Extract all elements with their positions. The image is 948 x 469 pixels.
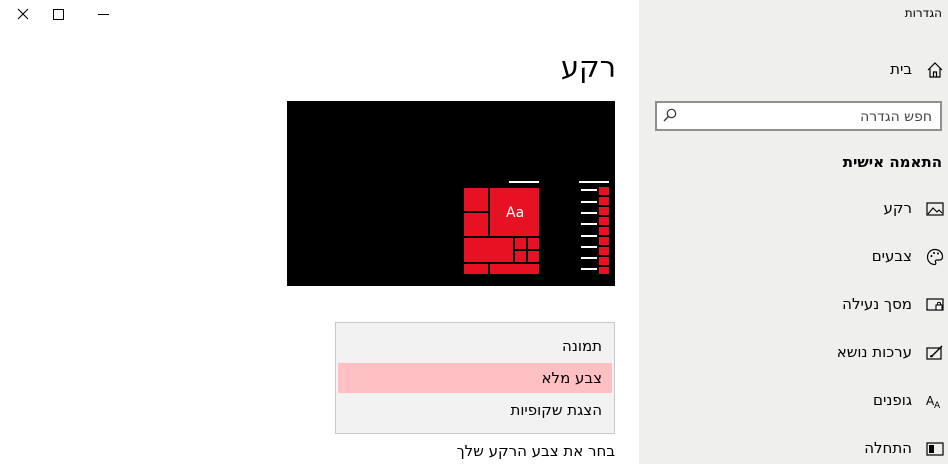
preview-tile (464, 264, 488, 274)
search-box[interactable] (655, 101, 942, 131)
preview-list-icon (599, 267, 609, 274)
preview-line (509, 181, 539, 183)
color-section-label: בחר את צבע הרקע שלך (456, 442, 615, 460)
sidebar-item-label: צבעים (871, 247, 912, 265)
dropdown-option-picture[interactable]: תמונה (338, 331, 612, 361)
preview-line (581, 201, 597, 203)
preview-tile (528, 238, 539, 249)
preview-list-icon (599, 207, 609, 215)
maximize-button[interactable] (35, 0, 81, 28)
background-type-dropdown[interactable]: תמונה צבע מלא הצגת שקופיות (335, 322, 615, 434)
dropdown-option-slideshow[interactable]: הצגת שקופיות (338, 395, 612, 425)
svg-text:A: A (934, 401, 941, 410)
sidebar-item-fonts[interactable]: AA גופנים (639, 381, 948, 421)
home-icon (927, 62, 943, 78)
preview-line (581, 268, 597, 270)
minimize-button[interactable] (80, 0, 126, 28)
sidebar-item-background[interactable]: רקע (639, 189, 948, 229)
image-icon (926, 202, 944, 216)
sidebar-item-label: ערכות נושא (836, 343, 912, 361)
maximize-icon (52, 8, 64, 20)
minimize-icon (97, 13, 109, 15)
preview-list-icon (599, 257, 609, 265)
sidebar-item-home[interactable]: בית (639, 50, 948, 90)
preview-line (581, 189, 597, 191)
app-title: הגדרות (904, 6, 942, 20)
fonts-icon: AA (926, 394, 941, 410)
preview-line (581, 223, 597, 225)
palette-icon (926, 248, 944, 266)
search-icon (663, 108, 677, 122)
sidebar-item-themes[interactable]: ערכות נושא (639, 333, 948, 373)
preview-line (581, 257, 597, 259)
page-title: רקע (560, 50, 616, 84)
preview-line (581, 212, 597, 214)
sidebar-item-lock-screen[interactable]: מסך נעילה (639, 285, 948, 325)
sidebar-item-label: רקע (883, 199, 913, 217)
preview-tile (464, 188, 488, 211)
sidebar-item-label: בית (890, 60, 912, 78)
search-input[interactable] (683, 103, 934, 131)
preview-list-icon (599, 247, 609, 255)
preview-line (581, 235, 597, 237)
start-icon (926, 442, 944, 456)
preview-list-icon (599, 187, 609, 195)
sidebar-item-label: התחלה (864, 439, 912, 457)
preview-tile (528, 251, 539, 262)
sidebar-item-label: מסך נעילה (842, 295, 912, 313)
close-icon (17, 8, 29, 20)
preview-list-icon (599, 237, 609, 245)
preview-list-icon (599, 217, 609, 225)
preview-tile (464, 213, 488, 236)
preview-tile (490, 264, 539, 274)
section-header: התאמה אישית (842, 153, 942, 171)
settings-sidebar: הגדרות בית התאמה אישית רקע צבעים מסך נעי… (639, 0, 948, 464)
preview-line (579, 181, 609, 183)
preview-tile (464, 238, 513, 262)
sidebar-item-colors[interactable]: צבעים (639, 237, 948, 277)
preview-list-icon (599, 227, 609, 235)
lock-screen-icon (926, 298, 944, 311)
dropdown-option-solid-color[interactable]: צבע מלא (338, 363, 612, 393)
preview-tile (515, 238, 526, 249)
preview-list-icon (599, 197, 609, 205)
background-preview: Aa (287, 101, 615, 286)
sidebar-item-label: גופנים (873, 391, 912, 409)
preview-tile (515, 251, 526, 262)
preview-sample-text: Aa (506, 205, 525, 221)
themes-icon (926, 345, 943, 360)
preview-line (581, 246, 597, 248)
sidebar-item-start[interactable]: התחלה (639, 429, 948, 469)
